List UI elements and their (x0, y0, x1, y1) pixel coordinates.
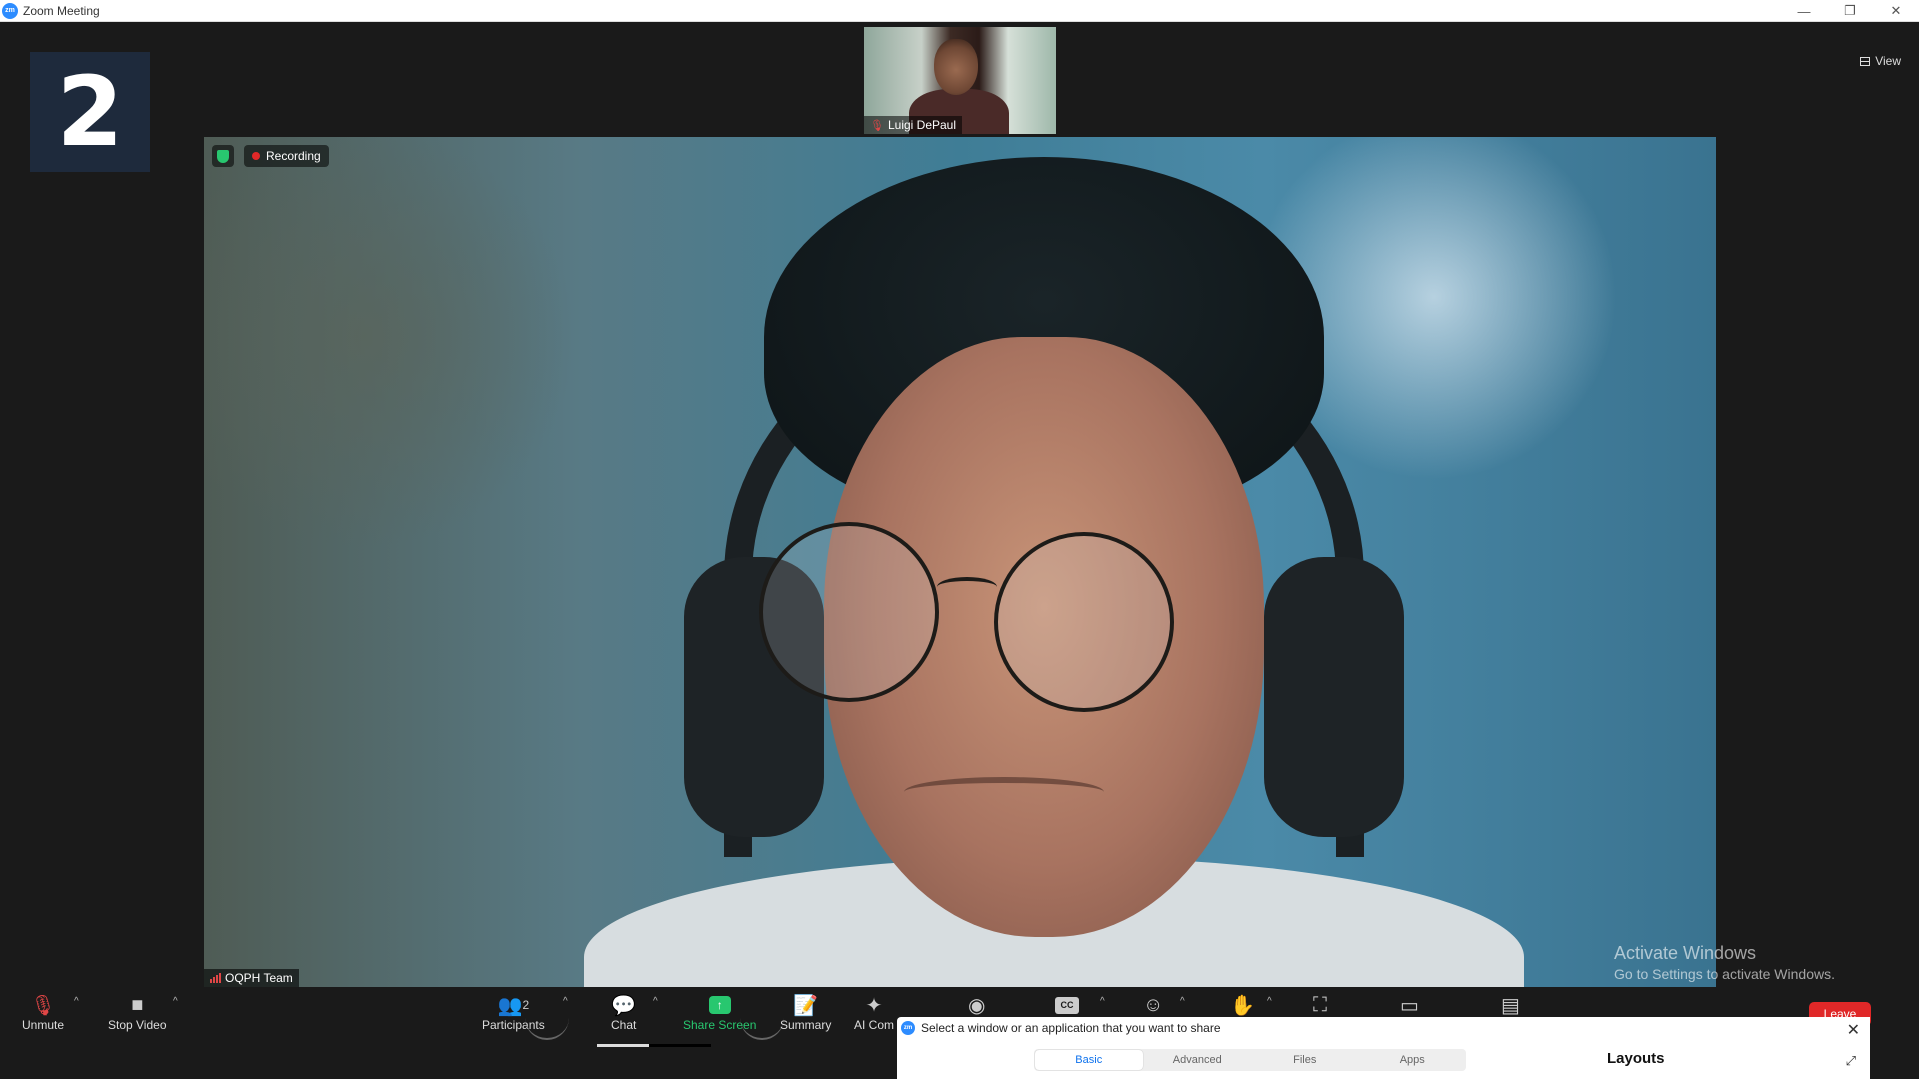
security-shield-icon[interactable] (212, 145, 234, 167)
ai-companion-button[interactable]: ✦ AI Com (854, 992, 895, 1033)
chat-underline-dark (649, 1044, 711, 1047)
glasses-left-lens (759, 522, 939, 702)
ai-companion-label: AI Com (854, 1018, 895, 1032)
notes-icon: ▤ (1501, 994, 1520, 1017)
popup-tabs: Basic Advanced Files Apps (1034, 1049, 1466, 1071)
recording-label: Recording (266, 149, 321, 163)
tab-files[interactable]: Files (1251, 1049, 1359, 1071)
participant-thumbnail[interactable]: 🎙 Luigi DePaul (864, 27, 1056, 134)
audio-options-caret[interactable]: ^ (74, 996, 79, 1007)
main-video[interactable]: Recording OQPH Team (204, 137, 1716, 987)
close-window-button[interactable]: ✕ (1873, 0, 1919, 22)
thumbnail-name: Luigi DePaul (887, 118, 957, 132)
chat-button[interactable]: 💬 Chat (611, 992, 637, 1033)
raise-hand-options-caret[interactable]: ^ (1267, 996, 1272, 1007)
activate-title: Activate Windows (1614, 943, 1757, 963)
activate-windows-watermark: Activate Windows Go to Settings to activ… (1614, 943, 1835, 982)
zoom-logo-icon: zm (901, 1021, 915, 1035)
zoom-logo-icon: zm (2, 2, 18, 19)
share-screen-popup: zm Select a window or an application tha… (897, 1017, 1870, 1079)
share-screen-icon: ↑ (708, 996, 731, 1014)
chat-bubble-icon: 💬 (611, 994, 637, 1017)
window-controls: — ❐ ✕ (1781, 0, 1919, 22)
video-camera-icon: ■ (131, 993, 144, 1016)
notes-button[interactable]: ▤ (1501, 992, 1520, 1018)
glasses-bridge (937, 577, 997, 597)
raise-hand-icon: ✋ (1230, 994, 1255, 1017)
video-options-caret[interactable]: ^ (173, 996, 178, 1007)
decorative-arc-2 (740, 1018, 784, 1040)
captions-button[interactable]: CC (1055, 992, 1079, 1018)
layouts-heading: Layouts (1607, 1050, 1665, 1067)
summary-label: Summary (780, 1018, 832, 1032)
unmute-label: Unmute (22, 1018, 65, 1032)
stop-video-button[interactable]: ■ Stop Video (108, 992, 167, 1033)
mic-muted-icon: 🎙 (870, 119, 884, 132)
participants-options-caret[interactable]: ^ (563, 996, 568, 1007)
decorative-arc (525, 1018, 569, 1040)
title-bar: zm Zoom Meeting — ❐ ✕ (0, 0, 1919, 22)
window-title: Zoom Meeting (23, 3, 100, 18)
captions-options-caret[interactable]: ^ (1100, 996, 1105, 1007)
focus-frame-icon: ⛶ (1313, 993, 1327, 1016)
ai-sparkle-icon: ✦ (865, 994, 883, 1017)
recording-indicator[interactable]: Recording (244, 145, 329, 167)
chat-underline (597, 1044, 649, 1047)
close-icon[interactable]: ✕ (1847, 1020, 1860, 1040)
activate-subtitle: Go to Settings to activate Windows. (1614, 966, 1835, 982)
raise-hand-button[interactable]: ✋ (1230, 992, 1255, 1018)
unmute-button[interactable]: 🎙 Unmute (22, 992, 65, 1033)
main-video-name: OQPH Team (225, 971, 293, 985)
minimize-button[interactable]: — (1781, 0, 1827, 22)
popup-header: zm Select a window or an application tha… (901, 1021, 1221, 1035)
headphone-right (1264, 557, 1404, 837)
stop-video-label: Stop Video (108, 1018, 167, 1032)
summary-button[interactable]: 📝 Summary (780, 992, 832, 1033)
signal-strength-icon (210, 973, 221, 983)
record-button[interactable]: ◉ (968, 992, 985, 1018)
tab-apps[interactable]: Apps (1359, 1049, 1467, 1071)
tab-advanced[interactable]: Advanced (1144, 1049, 1252, 1071)
reactions-emoji-icon: ☺ (1143, 993, 1164, 1016)
focus-button[interactable]: ⛶ (1313, 992, 1327, 1018)
closed-captions-icon: CC (1055, 996, 1079, 1014)
reactions-options-caret[interactable]: ^ (1180, 996, 1185, 1007)
chat-options-caret[interactable]: ^ (653, 996, 658, 1007)
thumbnail-head (934, 39, 978, 95)
chat-label: Chat (611, 1018, 637, 1032)
monitor-icon: ▭ (1400, 994, 1419, 1017)
counter-badge: 2 (30, 52, 150, 172)
participants-icon: 👥 2 (497, 994, 530, 1017)
grid-view-icon (1860, 56, 1871, 66)
record-icon: ◉ (968, 994, 986, 1017)
speaker-mouth (904, 777, 1104, 807)
view-label: View (1875, 54, 1901, 68)
mic-off-icon: 🎙 (30, 994, 56, 1017)
expand-icon[interactable]: ⤢ (1846, 1053, 1856, 1069)
recording-dot-icon (252, 152, 260, 160)
thumbnail-name-tag: 🎙 Luigi DePaul (864, 116, 963, 134)
main-video-name-tag: OQPH Team (204, 969, 299, 987)
tab-basic[interactable]: Basic (1035, 1050, 1143, 1070)
restore-button[interactable]: ❐ (1827, 0, 1873, 22)
popup-title: Select a window or an application that y… (921, 1021, 1221, 1035)
view-button[interactable]: View (1860, 54, 1901, 68)
screen-button[interactable]: ▭ (1400, 992, 1419, 1018)
summary-document-icon: 📝 (793, 994, 819, 1017)
participants-count: 2 (522, 998, 530, 1012)
glasses-right-lens (994, 532, 1174, 712)
reactions-button[interactable]: ☺ (1143, 992, 1163, 1018)
